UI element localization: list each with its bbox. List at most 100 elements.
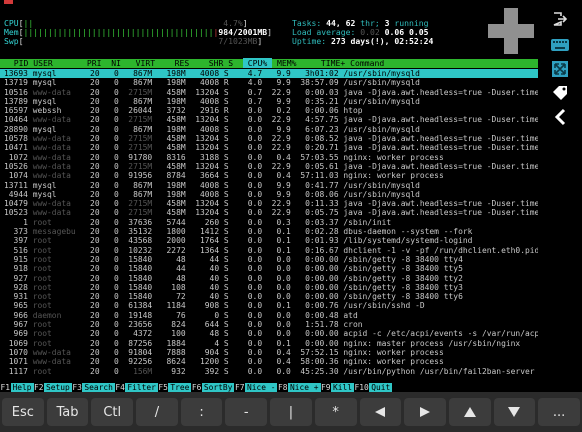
table-row[interactable]: 967 root 20 0 23656 824 644 S 0.0 0.0 1:…: [0, 320, 538, 329]
arrow-down-icon[interactable]: [493, 398, 536, 426]
fkey-search-button[interactable]: F3 Search: [71, 383, 115, 392]
fkey-nice-button[interactable]: F8 Nice +: [277, 383, 321, 392]
table-row[interactable]: 1074 www-data 20 0 91956 8784 3664 S 0.0…: [0, 171, 538, 180]
cell-s: S: [223, 143, 239, 153]
column-header-ni[interactable]: NI: [106, 58, 126, 68]
fkey-quit-button[interactable]: F10 Quit: [354, 383, 393, 392]
cell-mem: 22.9: [266, 115, 296, 125]
table-row[interactable]: 16597 webssh 20 0 26044 3732 2916 R 0.0 …: [0, 106, 538, 115]
table-row[interactable]: 13711 mysql 20 0 867M 198M 4008 S 0.0 9.…: [0, 181, 538, 190]
column-header-shr[interactable]: SHR: [194, 58, 228, 68]
arrow-right-icon[interactable]: [404, 398, 446, 426]
cell-s: S: [223, 320, 239, 330]
fkey-filter-button[interactable]: F4 Filter: [114, 383, 158, 392]
table-row[interactable]: 516 root 20 0 10232 2272 1364 S 0.0 0.1 …: [0, 246, 538, 255]
column-header-time[interactable]: TIME+: [301, 58, 350, 68]
table-row[interactable]: 28890 mysql 20 0 867M 198M 4008 S 0.0 9.…: [0, 125, 538, 134]
arrow-up-icon[interactable]: [448, 398, 491, 426]
key-minus-button[interactable]: -: [225, 398, 268, 426]
exit-icon[interactable]: [545, 6, 575, 32]
column-header-user[interactable]: USER: [33, 58, 82, 68]
column-header-res[interactable]: RES: [160, 58, 194, 68]
cell-user: mysql: [32, 189, 81, 199]
cell-pri: 20: [80, 161, 105, 171]
cell-ni: 0: [104, 152, 124, 162]
fkey-kill-button[interactable]: F9 Kill: [320, 383, 355, 392]
table-row[interactable]: 1117 root 20 0 156M 932 392 S 0.0 0.0 45…: [0, 367, 538, 376]
cell-res: 458M: [156, 208, 191, 218]
cell-shr: 4008: [190, 78, 224, 88]
key-slash-button[interactable]: /: [136, 398, 178, 426]
cell-virt: 2715M: [123, 208, 157, 218]
table-row[interactable]: 928 root 20 0 15840 108 40 S 0.0 0.0 0:0…: [0, 283, 538, 292]
column-header-pri[interactable]: PRI: [82, 58, 106, 68]
table-row[interactable]: 918 root 20 0 15840 44 40 S 0.0 0.0 0:00…: [0, 264, 538, 273]
key-colon-button[interactable]: :: [180, 398, 223, 426]
cell-time: 0:02.28: [295, 227, 344, 237]
table-row[interactable]: 1 root 20 0 37636 5744 260 S 0.0 0.3 0:0…: [0, 218, 538, 227]
cell-shr: 908: [190, 301, 224, 311]
column-header-cpu[interactable]: CPU%: [242, 58, 273, 68]
fkey-sortby-button[interactable]: F6 SortBy: [191, 383, 235, 392]
column-header-s[interactable]: S: [228, 58, 243, 68]
cell-cpu: 0.0: [238, 161, 267, 171]
back-icon[interactable]: [545, 104, 575, 130]
table-row[interactable]: 965 root 20 0 61384 1184 908 S 0.0 0.1 0…: [0, 301, 538, 310]
cell-user: root: [32, 254, 81, 264]
key-tab-button[interactable]: Tab: [46, 398, 89, 426]
table-row[interactable]: 13719 mysql 20 0 867M 198M 4008 R 4.0 9.…: [0, 78, 538, 87]
fkey-help-button[interactable]: F1 Help: [0, 383, 34, 392]
key-ctl-button[interactable]: Ctl: [91, 398, 134, 426]
table-row[interactable]: 4944 mysql 20 0 867M 198M 4008 S 0.0 9.9…: [0, 190, 538, 199]
cell-pri: 20: [80, 134, 105, 144]
column-header-command[interactable]: Command: [350, 58, 384, 68]
table-row[interactable]: 1069 root 20 0 87256 1884 4 S 0.0 0.1 0:…: [0, 339, 538, 348]
more-keys-button[interactable]: ...: [538, 398, 580, 426]
key-pipe-button[interactable]: |: [270, 398, 312, 426]
table-row[interactable]: 10516 www-data 20 0 2715M 458M 13204 S 0…: [0, 88, 538, 97]
table-row[interactable]: 373 messagebu 20 0 35132 1800 1412 S 0.0…: [0, 227, 538, 236]
table-row[interactable]: 10526 www-data 20 0 2715M 458M 13204 S 0…: [0, 162, 538, 171]
table-row[interactable]: 10479 www-data 20 0 2715M 458M 13204 S 0…: [0, 199, 538, 208]
table-row[interactable]: 10523 www-data 20 0 2715M 458M 13204 S 0…: [0, 208, 538, 217]
fullscreen-icon[interactable]: [545, 56, 575, 82]
cell-virt: 61384: [123, 301, 157, 311]
table-row[interactable]: 10578 www-data 20 0 2715M 458M 13204 S 0…: [0, 134, 538, 143]
cell-ni: 0: [104, 134, 124, 144]
tag-icon[interactable]: [545, 80, 575, 106]
table-row[interactable]: 931 root 20 0 15840 72 40 S 0.0 0.0 0:00…: [0, 292, 538, 301]
table-row[interactable]: 13693 mysql 20 0 867M 198M 4008 S 4.7 9.…: [0, 69, 538, 79]
table-row[interactable]: 1072 www-data 20 0 91780 8316 3188 S 0.0…: [0, 153, 538, 162]
fkey-number: F1: [0, 383, 11, 392]
column-header-pid[interactable]: PID: [4, 58, 33, 68]
keyboard-icon[interactable]: [545, 32, 575, 58]
table-row[interactable]: 915 root 20 0 15840 48 44 S 0.0 0.0 0:00…: [0, 255, 538, 264]
column-header-virt[interactable]: VIRT: [126, 58, 160, 68]
table-row[interactable]: 966 daemon 20 0 19148 76 0 S 0.0 0.0 0:0…: [0, 311, 538, 320]
table-row[interactable]: 10464 www-data 20 0 2715M 458M 13204 S 0…: [0, 115, 538, 124]
cell-res: 824: [156, 320, 191, 330]
table-row[interactable]: 397 root 20 0 43568 2000 1764 S 0.0 0.1 …: [0, 236, 538, 245]
process-table-header[interactable]: PID USER PRI NI VIRT RES SHR S CPU% MEM%…: [0, 58, 538, 68]
dpad-overlay-icon[interactable]: [488, 8, 534, 54]
fkey-tree-button[interactable]: F5 Tree: [157, 383, 192, 392]
column-header-mem[interactable]: MEM%: [272, 58, 301, 68]
terminal-screen[interactable]: CPU[|| 4.7%] Mem[|||||||||||||||||||||||…: [0, 0, 538, 392]
fkey-setup-button[interactable]: F2 Setup: [33, 383, 72, 392]
arrow-left-icon[interactable]: [359, 398, 402, 426]
table-row[interactable]: 1070 www-data 20 0 91804 7888 904 S 0.0 …: [0, 348, 538, 357]
cell-command: dhclient -1 -v -pf /run/dhclient.eth0.pi…: [343, 245, 538, 255]
fkey-number: F7: [234, 383, 245, 392]
key-asterisk-button[interactable]: *: [314, 398, 357, 426]
table-row[interactable]: 1071 www-data 20 0 92256 8624 1200 S 0.0…: [0, 357, 538, 366]
key-esc-button[interactable]: Esc: [2, 398, 44, 426]
fkey-nice-button[interactable]: F7 Nice -: [234, 383, 278, 392]
cell-pri: 20: [80, 152, 105, 162]
table-row[interactable]: 927 root 20 0 15840 48 40 S 0.0 0.0 0:00…: [0, 274, 538, 283]
table-row[interactable]: 969 root 20 0 4372 100 48 S 0.0 0.0 0:00…: [0, 329, 538, 338]
table-row[interactable]: 13789 mysql 20 0 867M 198M 4008 S 0.7 9.…: [0, 97, 538, 106]
cell-pri: 20: [80, 310, 105, 320]
table-row[interactable]: 10471 www-data 20 0 2715M 458M 13204 S 0…: [0, 143, 538, 152]
cell-shr: 260: [190, 217, 224, 227]
process-list[interactable]: 13693 mysql 20 0 867M 198M 4008 S 4.7 9.…: [0, 69, 538, 376]
